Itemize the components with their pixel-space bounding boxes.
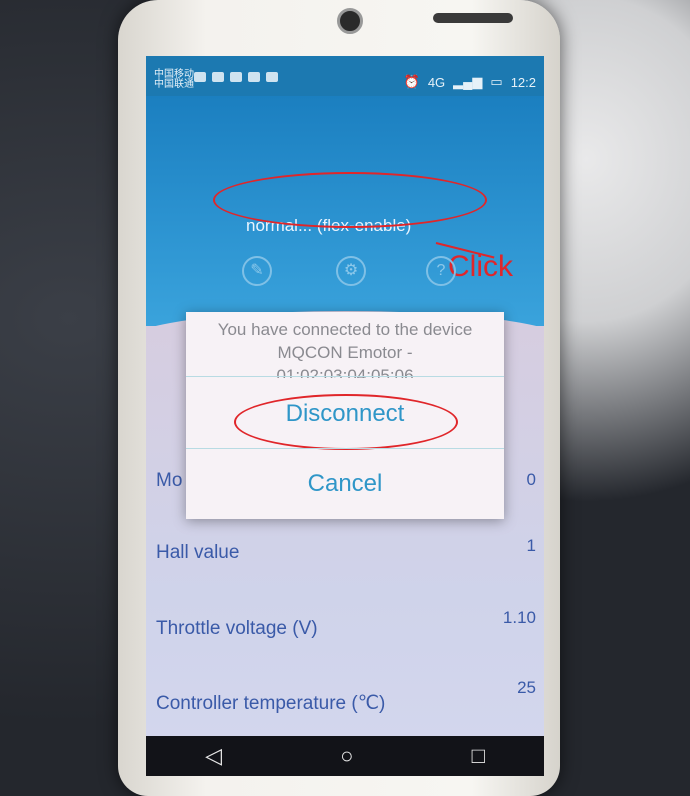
dialog-message-line1: You have connected to the device (217, 320, 473, 339)
wrench-icon[interactable]: ✎ (242, 256, 272, 286)
home-icon[interactable]: ○ (340, 743, 353, 769)
row-label-throttle: Throttle voltage (V) (156, 618, 318, 639)
clock: 12:2 (510, 74, 536, 90)
carrier-text: 中国移动 中国联通 (154, 70, 194, 90)
disconnect-dialog: You have connected to the device MQCON E… (186, 312, 504, 519)
gear-icon[interactable]: ⚙ (336, 256, 366, 286)
battery-icon: ▭ (490, 74, 503, 89)
navigation-bar: ◁ ○ □ (146, 736, 544, 776)
alarm-icon: ⏰ (403, 74, 420, 89)
dialog-message-line2: MQCON Emotor - (277, 343, 413, 362)
row-value-hall: 1 (526, 536, 536, 555)
recent-apps-icon[interactable]: □ (472, 743, 485, 769)
dialog-divider (186, 448, 504, 449)
signal-icon: ▂▄▆ (453, 74, 483, 89)
notification-icon (194, 72, 206, 82)
notification-icons (194, 72, 278, 82)
notification-icon (230, 72, 242, 82)
front-camera (337, 8, 363, 34)
row-value-throttle: 1.10 (502, 608, 536, 627)
cancel-button[interactable]: Cancel (186, 470, 504, 498)
row-value-temperature: 25 (517, 678, 536, 697)
notification-icon (266, 72, 278, 82)
row-label-hall: Hall value (156, 542, 240, 563)
row-label-temperature: Controller temperature (℃) (156, 693, 386, 714)
back-icon[interactable]: ◁ (205, 743, 222, 769)
status-right: ⏰ 4G ▂▄▆ ▭ 12:2 (404, 74, 536, 90)
dialog-message: You have connected to the device MQCON E… (186, 318, 504, 378)
phone-screen: 中国移动 中国联通 ⏰ 4G ▂▄▆ ▭ 12:2 normal... (fle… (146, 56, 544, 776)
notification-icon (248, 72, 260, 82)
network-label: 4G (427, 74, 446, 90)
notification-icon (212, 72, 224, 82)
carrier-2: 中国联通 (154, 79, 194, 90)
help-icon[interactable]: ? (426, 256, 456, 286)
row-label-motor: Mo (156, 470, 183, 491)
dialog-divider (186, 376, 504, 377)
app-header: normal... (flex-enable) Click ✎ ⚙ ? ︾ (146, 96, 544, 371)
row-value-motor: 0 (526, 470, 536, 489)
annotation-ellipse (234, 394, 458, 450)
annotation-ellipse (213, 172, 487, 228)
annotation-click-text: Click (448, 250, 513, 283)
status-bar: 中国移动 中国联通 ⏰ 4G ▂▄▆ ▭ 12:2 (146, 56, 544, 96)
earpiece-speaker (433, 13, 513, 23)
